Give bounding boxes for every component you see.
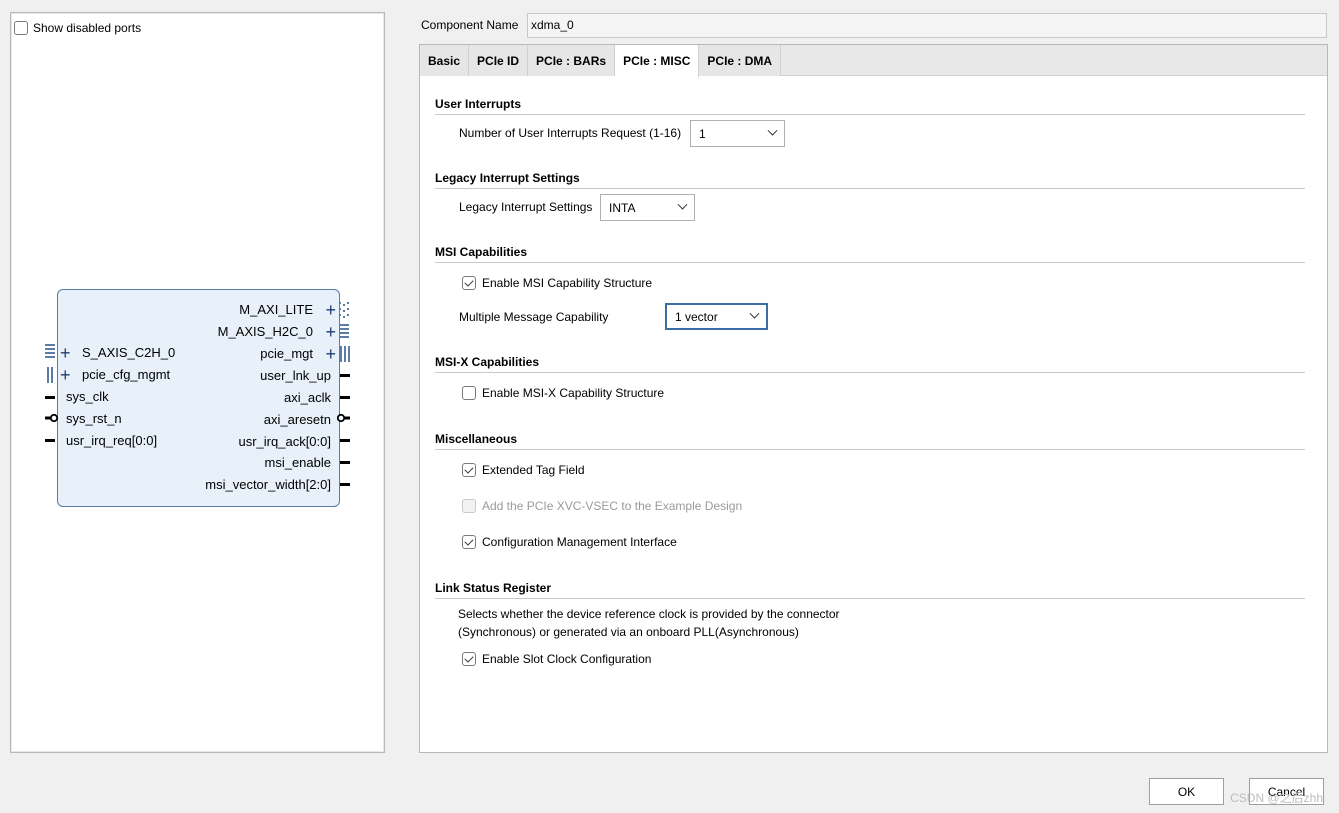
checkbox-box[interactable] bbox=[462, 535, 476, 549]
bus-pin-icon bbox=[339, 324, 349, 338]
show-disabled-ports-label: Show disabled ports bbox=[33, 21, 142, 35]
port-right: M_AXI_LITE bbox=[239, 302, 313, 317]
port-right: M_AXIS_H2C_0 bbox=[217, 324, 313, 339]
config-mgmt-label: Configuration Management Interface bbox=[482, 535, 677, 549]
ip-symbol-panel: Show disabled ports + S_AXIS_C2H_0 + pci… bbox=[10, 12, 385, 753]
tab-pcie-misc[interactable]: PCIe : MISC bbox=[615, 45, 700, 77]
checkbox-box[interactable] bbox=[462, 386, 476, 400]
section-divider bbox=[435, 114, 1305, 115]
reset-pin-icon bbox=[45, 413, 59, 423]
pin-icon bbox=[340, 439, 350, 442]
user-interrupts-label: Number of User Interrupts Request (1-16) bbox=[459, 126, 682, 140]
section-title: Miscellaneous bbox=[435, 432, 518, 446]
port-right: usr_irq_ack[0:0] bbox=[238, 434, 332, 449]
checkbox-box[interactable] bbox=[462, 276, 476, 290]
tab-pcie-id[interactable]: PCIe ID bbox=[469, 45, 529, 76]
bus-pin-icon bbox=[339, 302, 349, 318]
chevron-down-icon bbox=[767, 125, 778, 136]
port-right: axi_aresetn bbox=[263, 412, 331, 427]
multiple-message-value: 1 vector bbox=[675, 309, 718, 324]
show-disabled-ports-checkbox[interactable]: Show disabled ports bbox=[14, 21, 141, 35]
pin-icon bbox=[45, 439, 55, 442]
bus-pin-icon bbox=[47, 367, 53, 383]
port-right: msi_vector_width[2:0] bbox=[205, 477, 331, 492]
show-disabled-ports-box[interactable] bbox=[14, 21, 28, 35]
section-divider bbox=[435, 188, 1305, 189]
config-panel: Basic PCIe ID PCIe : BARs PCIe : MISC PC… bbox=[419, 44, 1328, 753]
port-right: pcie_mgt bbox=[260, 346, 313, 361]
multiple-message-label: Multiple Message Capability bbox=[459, 310, 609, 324]
pin-icon bbox=[340, 483, 350, 486]
section-divider bbox=[435, 372, 1305, 373]
pin-icon bbox=[340, 396, 350, 399]
component-name-row: Component Name bbox=[421, 13, 524, 38]
multiple-message-select[interactable]: 1 vector bbox=[665, 303, 768, 330]
user-interrupts-value: 1 bbox=[699, 126, 706, 141]
enable-msi-checkbox[interactable]: Enable MSI Capability Structure bbox=[462, 276, 652, 290]
expand-icon[interactable]: + bbox=[325, 323, 336, 341]
legacy-interrupt-label: Legacy Interrupt Settings bbox=[459, 200, 593, 214]
tab-pcie-dma[interactable]: PCIe : DMA bbox=[699, 45, 782, 76]
section-divider bbox=[435, 449, 1305, 450]
extended-tag-checkbox[interactable]: Extended Tag Field bbox=[462, 463, 585, 477]
checkbox-box[interactable] bbox=[462, 652, 476, 666]
bus-pin-icon bbox=[45, 344, 55, 358]
tab-bar: Basic PCIe ID PCIe : BARs PCIe : MISC PC… bbox=[420, 45, 1327, 77]
port-left: S_AXIS_C2H_0 bbox=[82, 345, 176, 360]
expand-icon[interactable]: + bbox=[325, 301, 336, 319]
expand-icon[interactable]: + bbox=[60, 366, 71, 384]
ip-block-symbol: + S_AXIS_C2H_0 + pcie_cfg_mgmt sys_clk s… bbox=[57, 289, 340, 507]
chevron-down-icon bbox=[749, 308, 760, 319]
ok-button[interactable]: OK bbox=[1149, 778, 1224, 805]
port-left: usr_irq_req[0:0] bbox=[66, 433, 158, 448]
expand-icon[interactable]: + bbox=[60, 344, 71, 362]
pin-icon bbox=[340, 374, 350, 377]
watermark: CSDN @之后zhh bbox=[1230, 791, 1323, 805]
expand-icon[interactable]: + bbox=[325, 345, 336, 363]
xvc-vsec-label: Add the PCIe XVC-VSEC to the Example Des… bbox=[482, 499, 743, 513]
port-left: sys_clk bbox=[66, 389, 109, 404]
enable-msix-label: Enable MSI-X Capability Structure bbox=[482, 386, 665, 400]
link-status-desc-2: (Synchronous) or generated via an onboar… bbox=[458, 625, 799, 639]
port-right: msi_enable bbox=[264, 455, 332, 470]
legacy-interrupt-value: INTA bbox=[609, 200, 636, 215]
section-title: MSI Capabilities bbox=[435, 245, 528, 259]
pin-icon bbox=[45, 396, 55, 399]
section-title: User Interrupts bbox=[435, 97, 522, 111]
enable-msix-checkbox[interactable]: Enable MSI-X Capability Structure bbox=[462, 386, 664, 400]
bus-pin-icon bbox=[340, 346, 350, 362]
section-title: Legacy Interrupt Settings bbox=[435, 171, 580, 185]
checkbox-box[interactable] bbox=[462, 463, 476, 477]
chevron-down-icon bbox=[677, 199, 688, 210]
component-name-input[interactable]: xdma_0 bbox=[527, 13, 1327, 38]
slot-clock-label: Enable Slot Clock Configuration bbox=[482, 652, 652, 666]
port-right: axi_aclk bbox=[284, 390, 331, 405]
extended-tag-label: Extended Tag Field bbox=[482, 463, 585, 477]
pin-icon bbox=[340, 461, 350, 464]
section-title: Link Status Register bbox=[435, 581, 552, 595]
section-divider bbox=[435, 262, 1305, 263]
legacy-interrupt-select[interactable]: INTA bbox=[600, 194, 695, 221]
port-left: pcie_cfg_mgmt bbox=[82, 367, 171, 382]
reset-pin-icon bbox=[336, 413, 350, 423]
slot-clock-checkbox[interactable]: Enable Slot Clock Configuration bbox=[462, 652, 651, 666]
port-left: sys_rst_n bbox=[66, 411, 122, 426]
checkbox-box bbox=[462, 499, 476, 513]
section-divider bbox=[435, 598, 1305, 599]
tab-pcie-bars[interactable]: PCIe : BARs bbox=[528, 45, 616, 76]
link-status-desc-1: Selects whether the device reference clo… bbox=[458, 607, 840, 621]
config-mgmt-checkbox[interactable]: Configuration Management Interface bbox=[462, 535, 677, 549]
component-name-label: Component Name bbox=[421, 18, 519, 32]
port-right: user_lnk_up bbox=[260, 368, 331, 383]
enable-msi-label: Enable MSI Capability Structure bbox=[482, 276, 653, 290]
user-interrupts-select[interactable]: 1 bbox=[690, 120, 785, 147]
section-title: MSI-X Capabilities bbox=[435, 355, 540, 369]
xvc-vsec-checkbox: Add the PCIe XVC-VSEC to the Example Des… bbox=[462, 499, 742, 513]
tab-basic[interactable]: Basic bbox=[420, 45, 470, 76]
